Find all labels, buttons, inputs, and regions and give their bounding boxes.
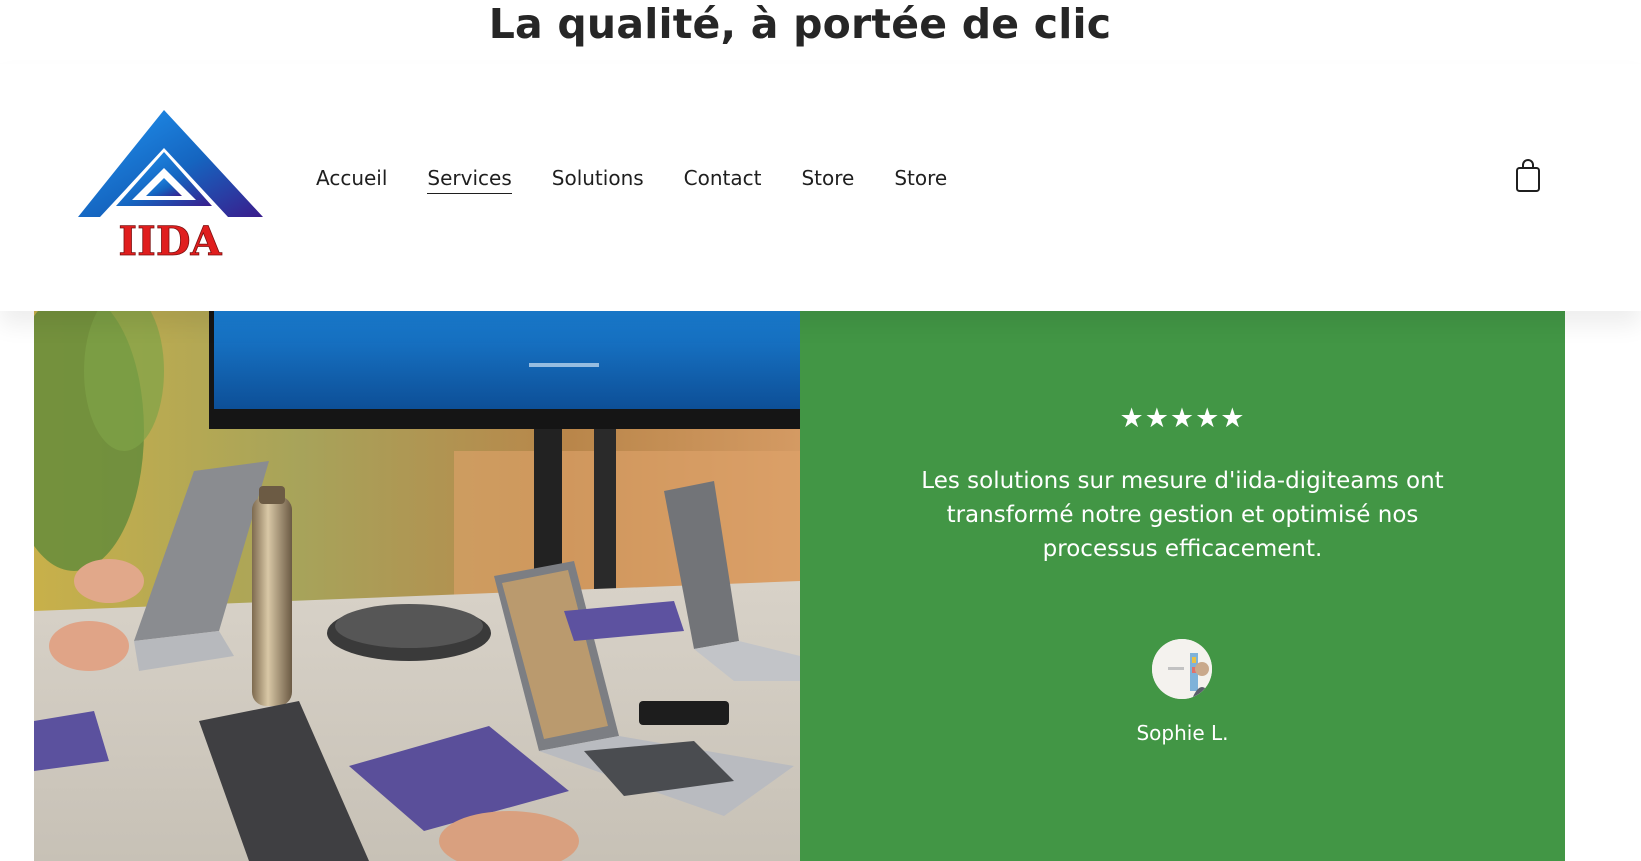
main-nav: Accueil Services Solutions Contact Store… <box>316 166 987 194</box>
nav-item-store[interactable]: Store <box>801 166 854 193</box>
testimonial-card: ★★★★★ Les solutions sur mesure d'iida-di… <box>800 311 1565 861</box>
iida-triangle-logo: IIDA <box>78 110 263 265</box>
nav-item-contact[interactable]: Contact <box>684 166 762 193</box>
hero-section: ★★★★★ Les solutions sur mesure d'iida-di… <box>34 311 1565 861</box>
office-meeting-photo <box>34 311 800 861</box>
testimonial-quote: Les solutions sur mesure d'iida-digiteam… <box>921 468 1444 562</box>
star-rating: ★★★★★ <box>1119 403 1246 434</box>
site-logo[interactable]: IIDA <box>78 110 263 265</box>
nav-item-solutions[interactable]: Solutions <box>552 166 644 193</box>
nav-item-store-2[interactable]: Store <box>894 166 947 193</box>
svg-text:IIDA: IIDA <box>118 218 222 260</box>
site-header: IIDA Accueil Services Solutions Contact … <box>0 64 1641 311</box>
nav-item-accueil[interactable]: Accueil <box>316 166 387 193</box>
nav-item-services[interactable]: Services <box>427 166 512 194</box>
shopping-bag-icon[interactable] <box>1514 159 1542 193</box>
testimonial-author: Sophie L. <box>1136 721 1229 745</box>
page-tagline: La qualité, à portée de clic <box>488 0 1112 48</box>
avatar <box>1152 639 1212 699</box>
